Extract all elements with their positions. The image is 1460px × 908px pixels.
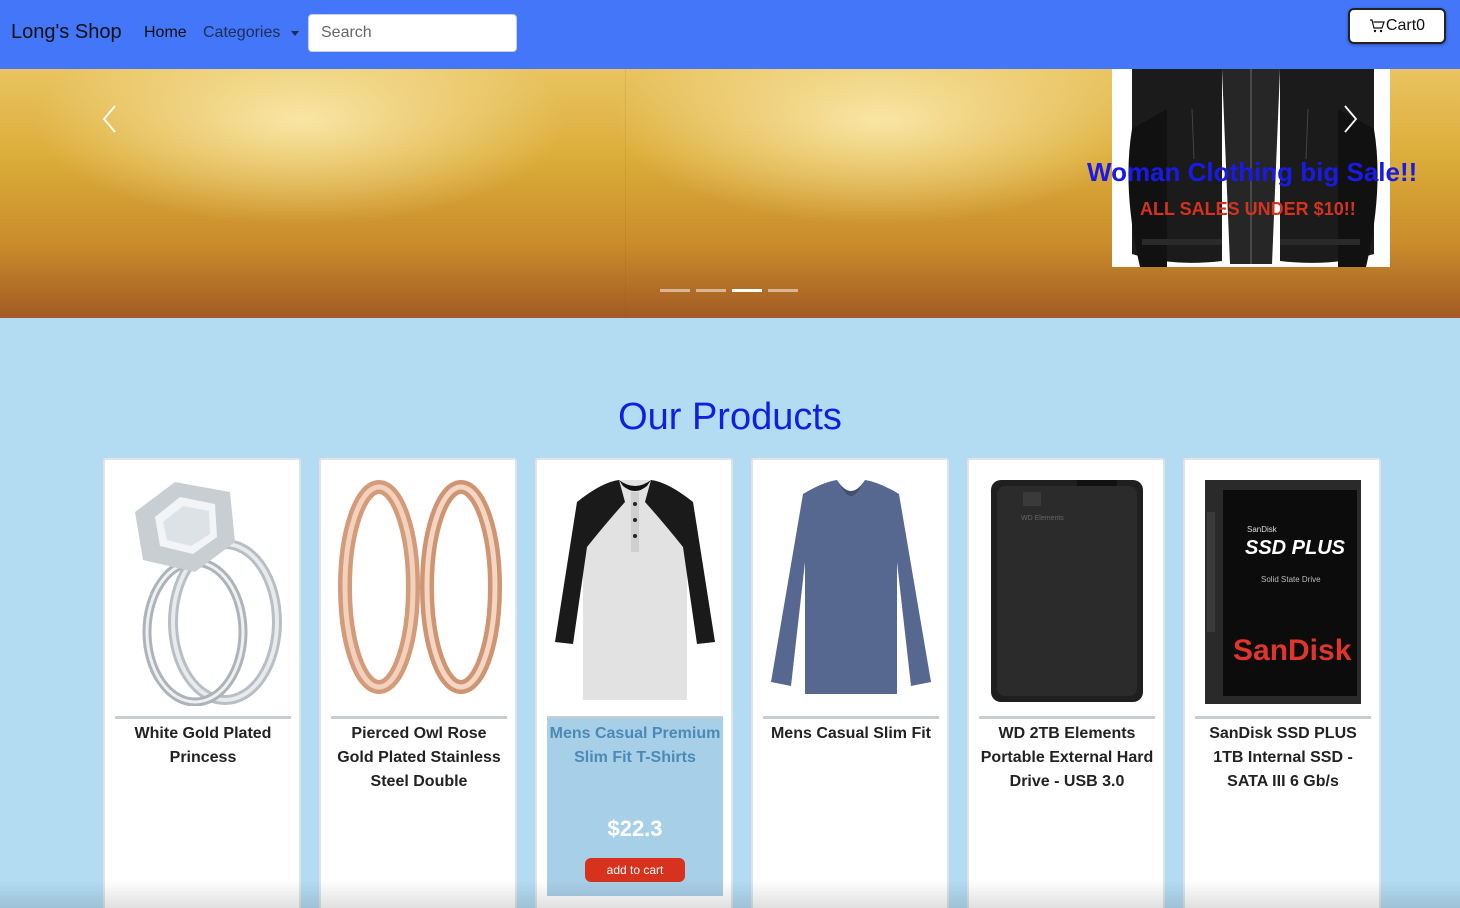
carousel-caption-subtitle: ALL SALES UNDER $10!!	[1140, 199, 1356, 219]
cart-icon	[1369, 19, 1385, 33]
carousel-seam	[625, 69, 626, 318]
card-divider	[115, 716, 291, 719]
search-input[interactable]	[308, 14, 517, 52]
cart-button[interactable]: Cart 0	[1348, 8, 1446, 44]
blue-longsleeve-image	[763, 472, 939, 706]
ssd-label-line2: SSD PLUS	[1245, 537, 1346, 559]
product-name[interactable]: SanDisk SSD PLUS 1TB Internal SSD - SATA…	[1195, 722, 1371, 794]
ssd-label-line1: SanDisk	[1247, 525, 1278, 534]
carousel-indicator-4[interactable]	[768, 289, 798, 292]
sandisk-ssd-image: SanDisk SSD PLUS Solid State Drive SanDi…	[1195, 472, 1371, 706]
product-card[interactable]: SanDisk SSD PLUS Solid State Drive SanDi…	[1183, 458, 1381, 908]
cart-count: 0	[1416, 17, 1426, 34]
product-name[interactable]: Mens Casual Premium Slim Fit T-Shirts	[547, 722, 723, 770]
raglan-tshirt-image	[547, 472, 723, 706]
chevron-down-icon[interactable]	[291, 31, 299, 36]
product-card[interactable]: Mens Casual Slim Fit	[751, 458, 949, 908]
section-title: Our Products	[618, 396, 842, 438]
bottom-shadow	[0, 880, 1460, 908]
ring-image	[115, 472, 291, 706]
hero-carousel: Woman Clothing big Sale!! ALL SALES UNDE…	[0, 69, 1460, 318]
product-name[interactable]: Mens Casual Slim Fit	[763, 722, 939, 746]
card-divider	[331, 716, 507, 719]
carousel-indicator-1[interactable]	[660, 289, 690, 292]
card-divider	[979, 716, 1155, 719]
navbar: Long's Shop Home Categories Cart0	[0, 0, 1460, 69]
add-to-cart-button[interactable]: add to cart	[585, 858, 685, 882]
ssd-label-line3: Solid State Drive	[1261, 575, 1321, 584]
nav-home-link[interactable]: Home	[144, 24, 187, 42]
carousel-caption-title: Woman Clothing big Sale!!	[1087, 157, 1418, 187]
card-divider	[1195, 716, 1371, 719]
product-name[interactable]: WD 2TB Elements Portable External Hard D…	[979, 722, 1155, 794]
card-divider	[763, 716, 939, 719]
product-card[interactable]: Mens Casual Premium Slim Fit T-Shirts $2…	[535, 458, 733, 908]
carousel-indicator-3[interactable]	[732, 289, 762, 292]
hdd-label: WD Elements	[1021, 515, 1064, 522]
brand-logo[interactable]: Long's Shop	[11, 21, 122, 44]
product-name[interactable]: White Gold Plated Princess	[115, 722, 291, 770]
nav-categories-dropdown[interactable]: Categories	[203, 24, 280, 42]
product-card[interactable]: Pierced Owl Rose Gold Plated Stainless S…	[319, 458, 517, 908]
product-name[interactable]: Pierced Owl Rose Gold Plated Stainless S…	[331, 722, 507, 794]
product-card[interactable]: White Gold Plated Princess	[103, 458, 301, 908]
cart-label: Cart	[1385, 17, 1417, 34]
carousel-indicators	[660, 289, 798, 292]
ssd-brand: SanDisk	[1233, 634, 1352, 667]
hard-drive-image: WD Elements	[979, 472, 1155, 706]
rose-gold-rings-image	[331, 472, 507, 706]
carousel-indicator-2[interactable]	[696, 289, 726, 292]
carousel-next-icon[interactable]	[1340, 103, 1360, 135]
carousel-prev-icon[interactable]	[100, 103, 120, 135]
product-price: $22.3	[607, 816, 663, 841]
product-card[interactable]: WD Elements WD 2TB Elements Portable Ext…	[967, 458, 1165, 908]
